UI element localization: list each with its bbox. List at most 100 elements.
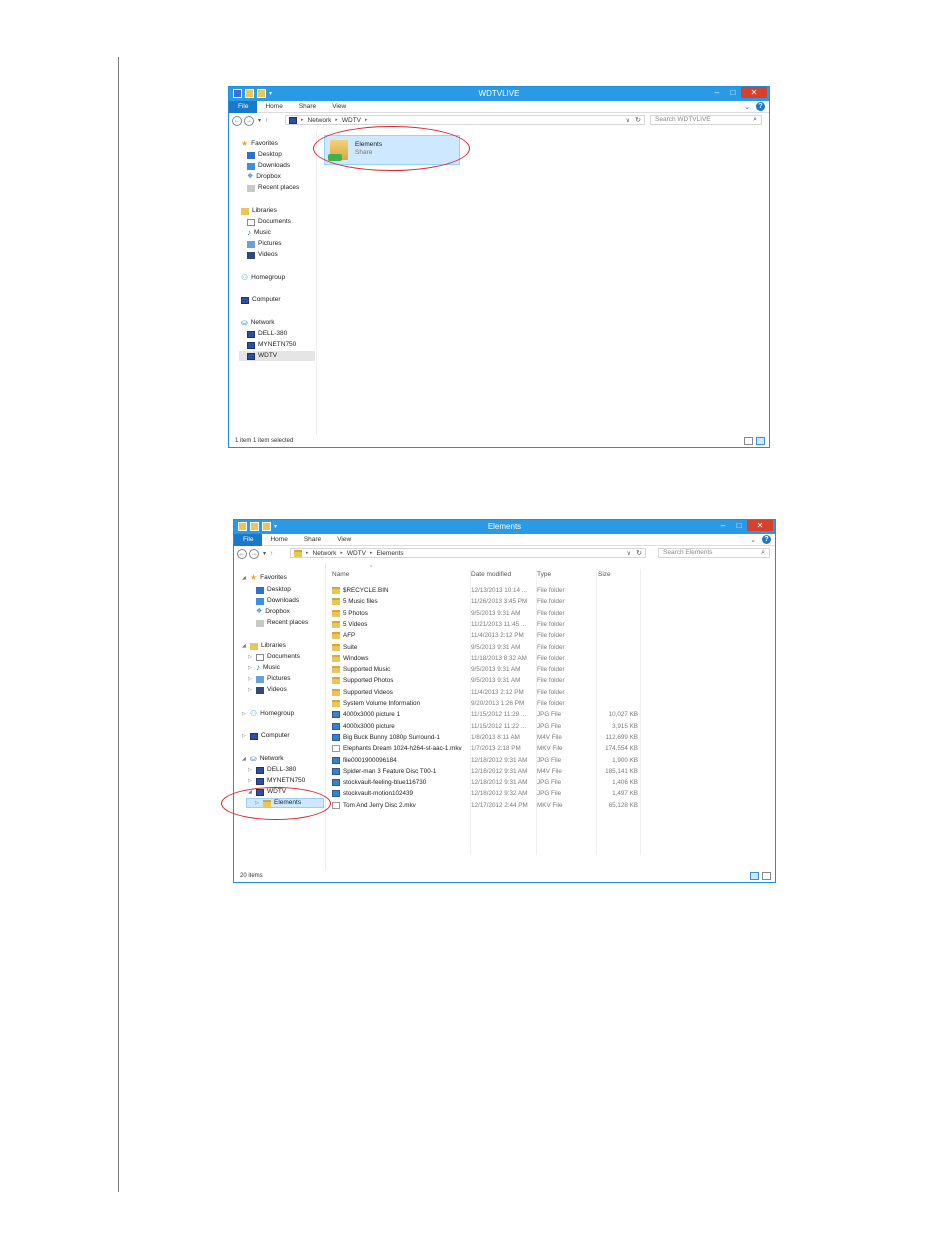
tab-file[interactable]: File xyxy=(229,100,258,113)
table-row[interactable]: 4000x3000 picture 11/15/2012 11:22 ... JPG… xyxy=(332,722,642,733)
tiles-view-icon[interactable] xyxy=(756,437,765,445)
address-bar[interactable]: ▸ Network ▸ WDTV ▸ ∨ ↻ xyxy=(285,115,645,125)
nav-mynetn750[interactable]: MYNETN750 xyxy=(247,340,296,350)
tab-file[interactable]: File xyxy=(234,533,263,546)
nav-favorites[interactable]: ★ Favorites xyxy=(241,139,278,149)
back-button[interactable]: ← xyxy=(232,115,242,126)
column-header-size[interactable]: Size xyxy=(598,571,611,578)
maximize-button[interactable]: □ xyxy=(731,520,747,531)
search-icon[interactable]: ⌕ xyxy=(761,549,765,557)
nav-documents[interactable]: Documents xyxy=(247,217,291,227)
nav-pictures[interactable]: ▷ Pictures xyxy=(248,674,290,684)
nav-computer[interactable]: Computer xyxy=(241,295,281,305)
expand-ribbon-icon[interactable]: ⌄ xyxy=(744,103,750,111)
expand-arrow-icon[interactable]: ▷ xyxy=(248,685,253,695)
breadcrumb-wdtv[interactable]: WDTV xyxy=(342,117,361,124)
refresh-icon[interactable]: ↻ xyxy=(636,549,642,557)
nav-favorites[interactable]: ◢ ★ Favorites xyxy=(242,573,287,583)
forward-button[interactable]: → xyxy=(244,115,254,126)
tab-share[interactable]: Share xyxy=(291,101,324,113)
table-row[interactable]: Supported Videos 11/4/2013 2:12 PM File fo… xyxy=(332,688,642,699)
search-icon[interactable]: ⌕ xyxy=(753,116,757,124)
nav-mynetn750[interactable]: ▷ MYNETN750 xyxy=(248,776,305,786)
tab-home[interactable]: Home xyxy=(262,534,295,546)
nav-desktop[interactable]: Desktop xyxy=(256,585,291,595)
title-bar[interactable]: ▾ WDTVLIVE – □ ✕ xyxy=(229,87,769,101)
nav-computer[interactable]: ▷ Computer xyxy=(242,731,290,741)
nav-libraries[interactable]: ◢ Libraries xyxy=(242,641,286,651)
minimize-button[interactable]: – xyxy=(709,87,725,98)
recent-locations-icon[interactable]: ▾ xyxy=(258,117,261,124)
tab-home[interactable]: Home xyxy=(257,101,290,113)
refresh-icon[interactable]: ↻ xyxy=(635,116,641,124)
nav-homegroup[interactable]: ▷ ⚇ Homegroup xyxy=(242,709,294,719)
search-input[interactable]: Search Elements ⌕ xyxy=(658,548,770,558)
address-dropdown-icon[interactable]: ∨ xyxy=(627,550,631,557)
column-header-type[interactable]: Type xyxy=(537,571,551,578)
close-button[interactable]: ✕ xyxy=(741,87,767,98)
collapse-arrow-icon[interactable]: ◢ xyxy=(242,641,247,651)
table-row[interactable]: stockvault-motion102439 12/18/2012 9:32 A… xyxy=(332,789,642,800)
maximize-button[interactable]: □ xyxy=(725,87,741,98)
table-row[interactable]: AFP 11/4/2013 2:12 PM File folder xyxy=(332,631,642,642)
collapse-arrow-icon[interactable]: ◢ xyxy=(242,754,247,764)
nav-dropbox[interactable]: ❖ Dropbox xyxy=(247,172,281,182)
nav-documents[interactable]: ▷ Documents xyxy=(248,652,300,662)
forward-button[interactable]: → xyxy=(249,548,259,559)
breadcrumb-wdtv[interactable]: WDTV xyxy=(347,550,366,557)
expand-arrow-icon[interactable]: ▷ xyxy=(242,709,247,719)
nav-downloads[interactable]: Downloads xyxy=(256,596,299,606)
nav-music[interactable]: ♪ Music xyxy=(247,228,271,238)
breadcrumb-network[interactable]: Network xyxy=(308,117,332,124)
close-button[interactable]: ✕ xyxy=(747,520,773,531)
address-dropdown-icon[interactable]: ∨ xyxy=(626,117,630,124)
up-button[interactable]: ↑ xyxy=(265,118,268,124)
breadcrumb-network[interactable]: Network xyxy=(313,550,337,557)
expand-arrow-icon[interactable]: ▷ xyxy=(248,663,253,673)
column-header-date[interactable]: Date modified xyxy=(471,571,511,578)
table-row[interactable]: stockvault-feeling-blue116730 12/18/2012 … xyxy=(332,778,642,789)
details-view-icon[interactable] xyxy=(744,437,753,445)
nav-videos[interactable]: Videos xyxy=(247,250,278,260)
minimize-button[interactable]: – xyxy=(715,520,731,531)
nav-desktop[interactable]: Desktop xyxy=(247,150,282,160)
help-icon[interactable]: ? xyxy=(756,102,765,111)
nav-dell-380[interactable]: DELL-380 xyxy=(247,329,287,339)
table-row[interactable]: 5 Music files 11/26/2013 3:45 PM File fold… xyxy=(332,597,642,608)
nav-network[interactable]: ◢ ⛀ Network xyxy=(242,754,284,764)
back-button[interactable]: ← xyxy=(237,548,247,559)
table-row[interactable]: 5 Videos 11/21/2013 11:45 ... File folder xyxy=(332,620,642,631)
expand-arrow-icon[interactable]: ▷ xyxy=(248,776,253,786)
breadcrumb-elements[interactable]: Elements xyxy=(377,550,404,557)
tab-view[interactable]: View xyxy=(329,534,359,546)
column-header-name[interactable]: Name xyxy=(332,571,349,578)
address-bar[interactable]: ▸ Network ▸ WDTV ▸ Elements ∨ ↻ xyxy=(290,548,646,558)
tiles-view-icon[interactable] xyxy=(762,872,771,880)
nav-recent-places[interactable]: Recent places xyxy=(247,183,299,193)
table-row[interactable]: $RECYCLE.BIN 12/13/2013 10:14 ... File fol… xyxy=(332,586,642,597)
tab-view[interactable]: View xyxy=(324,101,354,113)
nav-dell-380[interactable]: ▷ DELL-380 xyxy=(248,765,296,775)
recent-locations-icon[interactable]: ▾ xyxy=(263,550,266,557)
help-icon[interactable]: ? xyxy=(762,535,771,544)
expand-arrow-icon[interactable]: ▷ xyxy=(248,652,253,662)
expand-arrow-icon[interactable]: ▷ xyxy=(242,731,247,741)
table-row[interactable]: Spider-man 3 Feature Disc T00-1 12/18/201… xyxy=(332,767,642,778)
nav-music[interactable]: ▷ ♪ Music xyxy=(248,663,280,673)
table-row[interactable]: Big Buck Bunny 1080p Surround-1 1/8/2013 … xyxy=(332,733,642,744)
table-row[interactable]: 4000x3000 picture 1 11/15/2012 11:29 ... J… xyxy=(332,710,642,721)
nav-videos[interactable]: ▷ Videos xyxy=(248,685,287,695)
nav-libraries[interactable]: Libraries xyxy=(241,206,277,216)
table-row[interactable]: Windows 11/18/2013 8:32 AM File folder xyxy=(332,654,642,665)
nav-homegroup[interactable]: ⚇ Homegroup xyxy=(241,273,285,283)
nav-wdtv[interactable]: WDTV xyxy=(239,351,315,361)
table-row[interactable]: Supported Photos 9/5/2013 9:31 AM File fol… xyxy=(332,676,642,687)
nav-dropbox[interactable]: ❖ Dropbox xyxy=(256,607,290,617)
nav-recent-places[interactable]: Recent places xyxy=(256,618,308,628)
table-row[interactable]: file0001900096184 12/18/2012 9:31 AM JPG F… xyxy=(332,756,642,767)
search-input[interactable]: Search WDTVLIVE ⌕ xyxy=(650,115,762,125)
title-bar[interactable]: ▾ Elements – □ ✕ xyxy=(234,520,775,534)
expand-ribbon-icon[interactable]: ⌄ xyxy=(750,536,756,544)
table-row[interactable]: Elephants Dream 1024-h264-st-aac-1.mkv 1/… xyxy=(332,744,642,755)
nav-network[interactable]: ⛀ Network xyxy=(241,318,275,328)
